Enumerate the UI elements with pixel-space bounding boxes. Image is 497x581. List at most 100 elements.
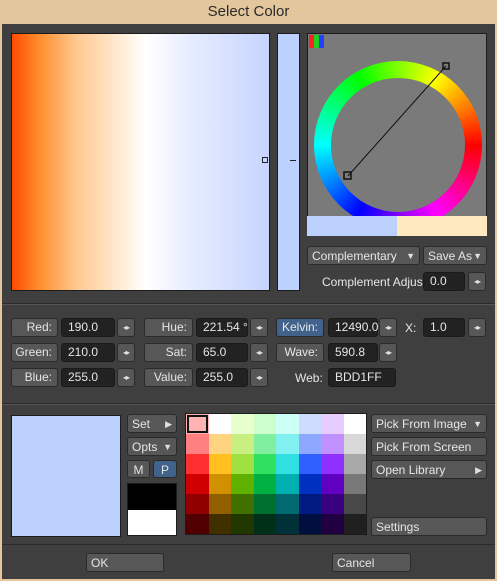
sat-stepper-icon[interactable]: ◂▸ bbox=[250, 343, 268, 362]
opts-button[interactable]: Opts ▼ bbox=[127, 437, 177, 456]
palette-swatch[interactable] bbox=[253, 514, 276, 534]
palette-swatch[interactable] bbox=[321, 454, 344, 474]
value-slider[interactable] bbox=[277, 33, 300, 291]
palette-swatch[interactable] bbox=[298, 434, 321, 454]
complement-adjust-field[interactable]: 0.0 bbox=[423, 272, 465, 291]
palette-swatch[interactable] bbox=[343, 494, 366, 514]
cancel-button[interactable]: Cancel bbox=[332, 553, 411, 572]
palette-swatch[interactable] bbox=[208, 494, 231, 514]
palette-swatch[interactable] bbox=[276, 414, 299, 434]
sat-field[interactable]: 65.0 bbox=[196, 343, 248, 362]
palette-swatch[interactable] bbox=[231, 454, 254, 474]
color-wheel-panel[interactable] bbox=[307, 33, 487, 236]
hue-field[interactable]: 221.54 ° bbox=[196, 318, 248, 337]
palette-swatch[interactable] bbox=[253, 414, 276, 434]
value-label[interactable]: Value: bbox=[144, 368, 193, 387]
palette-swatch[interactable] bbox=[186, 454, 209, 474]
divider bbox=[2, 544, 495, 545]
slider-marker-left[interactable] bbox=[262, 157, 268, 163]
palette-swatch[interactable] bbox=[276, 474, 299, 494]
kelvin-label[interactable]: Kelvin: bbox=[276, 318, 324, 337]
color-field[interactable] bbox=[11, 33, 270, 291]
palette-swatch[interactable] bbox=[208, 434, 231, 454]
palette-swatch[interactable] bbox=[231, 514, 254, 534]
value-stepper-icon[interactable]: ◂▸ bbox=[250, 368, 268, 387]
palette-swatch[interactable] bbox=[231, 414, 254, 434]
palette-swatch[interactable] bbox=[231, 474, 254, 494]
white-swatch[interactable] bbox=[128, 510, 176, 535]
black-swatch[interactable] bbox=[128, 484, 176, 510]
palette-swatch[interactable] bbox=[343, 434, 366, 454]
palette-swatch[interactable] bbox=[298, 454, 321, 474]
palette-swatch[interactable] bbox=[208, 454, 231, 474]
palette-swatch[interactable] bbox=[276, 434, 299, 454]
palette-swatch[interactable] bbox=[298, 474, 321, 494]
complement-adjust-label: Complement Adjust: bbox=[322, 275, 430, 289]
sat-label[interactable]: Sat: bbox=[144, 343, 193, 362]
palette-swatch[interactable] bbox=[343, 474, 366, 494]
palette-swatch[interactable] bbox=[321, 494, 344, 514]
palette-swatch[interactable] bbox=[186, 514, 209, 534]
green-label[interactable]: Green: bbox=[11, 343, 58, 362]
palette-swatch[interactable] bbox=[321, 434, 344, 454]
m-button[interactable]: M bbox=[127, 460, 150, 478]
x-stepper-icon[interactable]: ◂▸ bbox=[468, 318, 486, 337]
palette-swatch[interactable] bbox=[253, 434, 276, 454]
palette-swatch[interactable] bbox=[343, 414, 366, 434]
complement-adjust-stepper-icon[interactable]: ◂▸ bbox=[468, 272, 486, 291]
pick-from-screen-button[interactable]: Pick From Screen bbox=[371, 437, 487, 456]
palette-swatch[interactable] bbox=[343, 514, 366, 534]
palette-swatch[interactable] bbox=[321, 514, 344, 534]
hue-stepper-icon[interactable]: ◂▸ bbox=[250, 318, 268, 337]
palette-swatch[interactable] bbox=[186, 434, 209, 454]
blue-stepper-icon[interactable]: ◂▸ bbox=[117, 368, 135, 387]
palette-swatch[interactable] bbox=[186, 474, 209, 494]
palette-swatch[interactable] bbox=[186, 414, 209, 434]
palette-swatch[interactable] bbox=[298, 414, 321, 434]
palette-swatch[interactable] bbox=[298, 494, 321, 514]
wave-label[interactable]: Wave: bbox=[276, 343, 324, 362]
blue-field[interactable]: 255.0 bbox=[61, 368, 115, 387]
palette-swatch[interactable] bbox=[208, 514, 231, 534]
palette-swatch[interactable] bbox=[321, 474, 344, 494]
palette-swatch[interactable] bbox=[231, 434, 254, 454]
palette-swatch[interactable] bbox=[298, 514, 321, 534]
palette-swatch[interactable] bbox=[276, 494, 299, 514]
red-label[interactable]: Red: bbox=[11, 318, 58, 337]
kelvin-field[interactable]: 12490.0 bbox=[328, 318, 378, 337]
ok-button[interactable]: OK bbox=[86, 553, 164, 572]
palette-swatch[interactable] bbox=[253, 474, 276, 494]
red-field[interactable]: 190.0 bbox=[61, 318, 115, 337]
hue-label[interactable]: Hue: bbox=[144, 318, 193, 337]
pick-from-image-button[interactable]: Pick From Image ▼ bbox=[371, 414, 487, 433]
palette-swatch[interactable] bbox=[253, 454, 276, 474]
wave-stepper-icon[interactable]: ◂▸ bbox=[379, 343, 397, 362]
harmony-mode-dropdown[interactable]: Complementary ▼ bbox=[307, 246, 420, 265]
x-field[interactable]: 1.0 bbox=[423, 318, 465, 337]
save-as-dropdown[interactable]: Save As ▼ bbox=[423, 246, 487, 265]
palette-swatch[interactable] bbox=[276, 514, 299, 534]
red-stepper-icon[interactable]: ◂▸ bbox=[117, 318, 135, 337]
save-as-label: Save As bbox=[428, 249, 473, 263]
palette-swatch[interactable] bbox=[186, 494, 209, 514]
kelvin-stepper-icon[interactable]: ◂▸ bbox=[379, 318, 397, 337]
green-field[interactable]: 210.0 bbox=[61, 343, 115, 362]
palette-swatch[interactable] bbox=[208, 414, 231, 434]
settings-button[interactable]: Settings bbox=[371, 517, 487, 536]
palette-swatch[interactable] bbox=[321, 414, 344, 434]
color-palette[interactable] bbox=[185, 413, 367, 535]
set-button[interactable]: Set ▶ bbox=[127, 414, 177, 433]
palette-swatch[interactable] bbox=[231, 494, 254, 514]
palette-swatch[interactable] bbox=[343, 454, 366, 474]
palette-swatch[interactable] bbox=[253, 494, 276, 514]
palette-swatch[interactable] bbox=[276, 454, 299, 474]
palette-swatch[interactable] bbox=[208, 474, 231, 494]
p-button[interactable]: P bbox=[153, 460, 177, 478]
blue-label[interactable]: Blue: bbox=[11, 368, 58, 387]
open-library-button[interactable]: Open Library ▶ bbox=[371, 460, 487, 479]
black-white-swatch[interactable] bbox=[127, 483, 177, 536]
web-field[interactable]: BDD1FF bbox=[328, 368, 396, 387]
wave-field[interactable]: 590.8 bbox=[328, 343, 378, 362]
value-field[interactable]: 255.0 bbox=[196, 368, 248, 387]
green-stepper-icon[interactable]: ◂▸ bbox=[117, 343, 135, 362]
